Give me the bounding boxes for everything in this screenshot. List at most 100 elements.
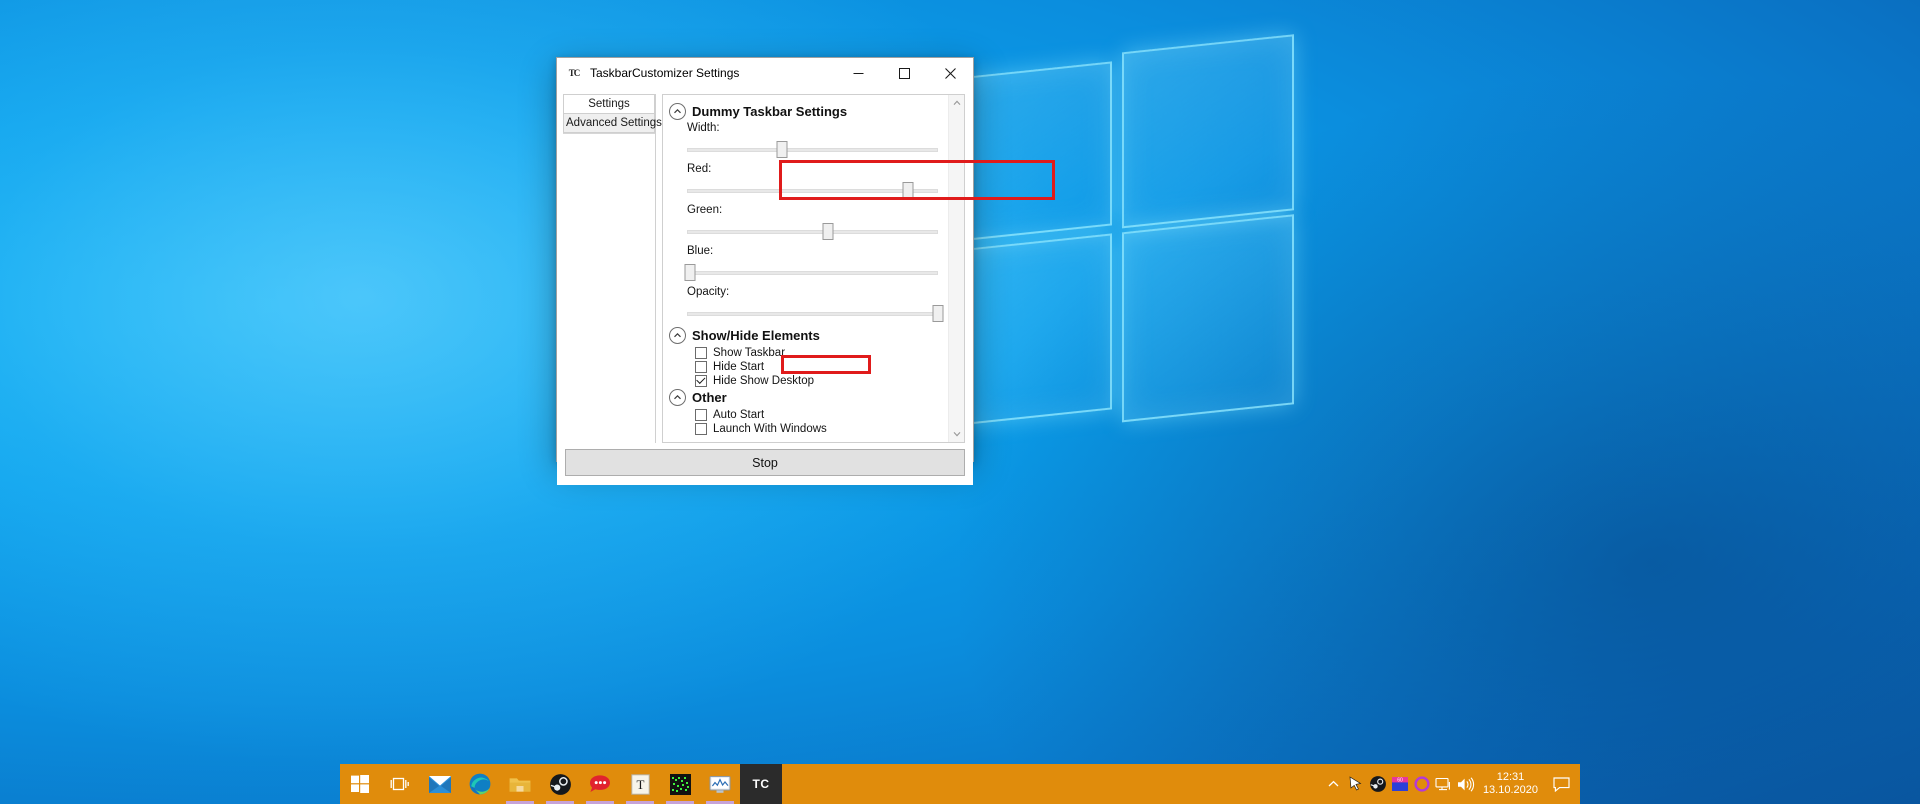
circle-ring-icon [1414, 776, 1430, 792]
task-view-button[interactable] [380, 764, 420, 804]
settings-pane: Dummy Taskbar Settings Width: Red: Green… [663, 95, 948, 442]
checkbox-row-hide-start[interactable]: Hide Start [695, 360, 938, 373]
scroll-up-arrow-icon[interactable] [949, 95, 964, 111]
window-title: TaskbarCustomizer Settings [590, 66, 740, 80]
checkbox-row-show-taskbar[interactable]: Show Taskbar [695, 346, 938, 359]
clock-date: 13.10.2020 [1482, 784, 1538, 796]
scrollbar-track[interactable] [949, 111, 964, 426]
maximize-icon [898, 67, 910, 79]
maximize-button[interactable] [881, 58, 927, 88]
chevron-up-icon [1328, 780, 1339, 787]
mail-app[interactable] [420, 764, 460, 804]
matrix-code-icon [669, 773, 691, 795]
group-header-show-hide-elements[interactable]: Show/Hide Elements [669, 327, 938, 344]
nav-tab-settings[interactable]: Settings [563, 94, 655, 113]
slider-row-green: Green: [687, 204, 938, 240]
window-footer: Stop [557, 443, 973, 485]
steam-tray[interactable] [1367, 764, 1389, 804]
slider-row-opacity: Opacity: [687, 286, 944, 322]
taskbar-app-area: T TC [340, 764, 782, 804]
window-titlebar[interactable]: TC TaskbarCustomizer Settings [557, 58, 973, 88]
steam-icon [549, 773, 571, 795]
blue-slider-track[interactable] [687, 271, 938, 275]
monitor-app[interactable] [700, 764, 740, 804]
cursor-icon [1349, 776, 1362, 791]
blue-slider-thumb[interactable] [684, 264, 695, 281]
opacity-slider[interactable] [687, 304, 944, 322]
checkbox-row-hide-show-desktop[interactable]: Hide Show Desktop [695, 374, 938, 387]
content-row: Settings Advanced Settings Dummy Taskbar… [557, 88, 1055, 443]
opacity-slider-track[interactable] [687, 312, 938, 316]
volume-button[interactable] [1455, 764, 1477, 804]
minimize-button[interactable] [835, 58, 881, 88]
green-slider-thumb[interactable] [822, 223, 834, 240]
chat-rocket-icon [590, 775, 610, 792]
group-header-dummy-taskbar[interactable]: Dummy Taskbar Settings [669, 103, 938, 120]
blue-slider[interactable] [684, 263, 938, 281]
logo-pane-3 [960, 233, 1112, 426]
action-center-button[interactable] [1546, 764, 1576, 804]
file-explorer[interactable] [500, 764, 540, 804]
network-button[interactable] [1433, 764, 1455, 804]
group-title-other: Other [692, 390, 727, 405]
windows-taskbar: T TC 60 12:31 13.10.2020 [340, 764, 1580, 804]
red-slider-thumb[interactable] [902, 182, 914, 199]
chat-app[interactable] [580, 764, 620, 804]
start-button[interactable] [340, 764, 380, 804]
edge-browser[interactable] [460, 764, 500, 804]
chevron-up-icon[interactable] [669, 389, 686, 406]
width-slider[interactable] [687, 140, 938, 158]
taskbar-empty-area[interactable] [782, 764, 1323, 804]
scroll-down-arrow-icon[interactable] [949, 426, 964, 442]
opacity-slider-thumb[interactable] [932, 305, 944, 322]
hide-start-checkbox[interactable] [695, 360, 707, 373]
close-button[interactable] [927, 58, 973, 88]
steam-app[interactable] [540, 764, 580, 804]
chevron-up-icon[interactable] [669, 103, 686, 120]
show-hidden-icons-button[interactable] [1323, 764, 1345, 804]
nav-tab-settings-label: Settings [588, 98, 630, 110]
text-document-icon: T [630, 773, 650, 795]
width-slider-thumb[interactable] [776, 141, 788, 158]
slider-label-green: Green: [687, 204, 723, 216]
green-slider-track[interactable] [687, 230, 938, 234]
system-tray: 60 12:31 13.10.2020 [1323, 764, 1580, 804]
mouse-without-borders-tray[interactable] [1345, 764, 1367, 804]
steam-icon [1370, 776, 1386, 792]
checkbox-row-launch-with-windows[interactable]: Launch With Windows [695, 422, 938, 435]
tc-icon: TC [752, 777, 770, 791]
launch-with-windows-checkbox[interactable] [695, 422, 707, 435]
show-taskbar-checkbox[interactable] [695, 346, 707, 359]
mail-icon [429, 775, 451, 793]
nav-tab-advanced-settings[interactable]: Advanced Settings [563, 113, 662, 133]
folder-icon [509, 778, 531, 792]
settings-nav-panel: Settings Advanced Settings [563, 94, 662, 443]
taskbar-customizer[interactable]: TC [740, 764, 782, 804]
taskbar-customizer-window: TC TaskbarCustomizer Settings Settings A… [556, 57, 1055, 485]
slider-label-blue: Blue: [687, 245, 714, 257]
svg-text:T: T [636, 777, 644, 792]
settings-pane-scrollbar[interactable] [948, 95, 964, 442]
logo-pane-2 [1122, 34, 1294, 229]
hide-show-desktop-checkbox[interactable] [695, 374, 707, 387]
slider-row-width: Width: [687, 122, 938, 158]
cortana-tray[interactable] [1411, 764, 1433, 804]
width-slider-track[interactable] [687, 148, 938, 152]
chevron-up-icon[interactable] [669, 327, 686, 344]
stop-button[interactable]: Stop [565, 449, 965, 476]
nav-filler [563, 133, 655, 443]
fps-counter-tray[interactable]: 60 [1389, 764, 1411, 804]
close-icon [944, 67, 956, 79]
group-header-other[interactable]: Other [669, 389, 938, 406]
taskbar-clock[interactable]: 12:31 13.10.2020 [1477, 764, 1546, 804]
text-editor-app[interactable]: T [620, 764, 660, 804]
auto-start-checkbox[interactable] [695, 408, 707, 421]
svg-text:60: 60 [1397, 778, 1403, 784]
red-slider-track[interactable] [687, 189, 938, 193]
red-slider[interactable] [687, 181, 938, 199]
app-logo-icon: TC [568, 68, 581, 78]
green-slider[interactable] [687, 222, 938, 240]
checkbox-row-auto-start[interactable]: Auto Start [695, 408, 938, 421]
settings-pane-wrapper: Dummy Taskbar Settings Width: Red: Green… [662, 94, 1055, 443]
code-app[interactable] [660, 764, 700, 804]
